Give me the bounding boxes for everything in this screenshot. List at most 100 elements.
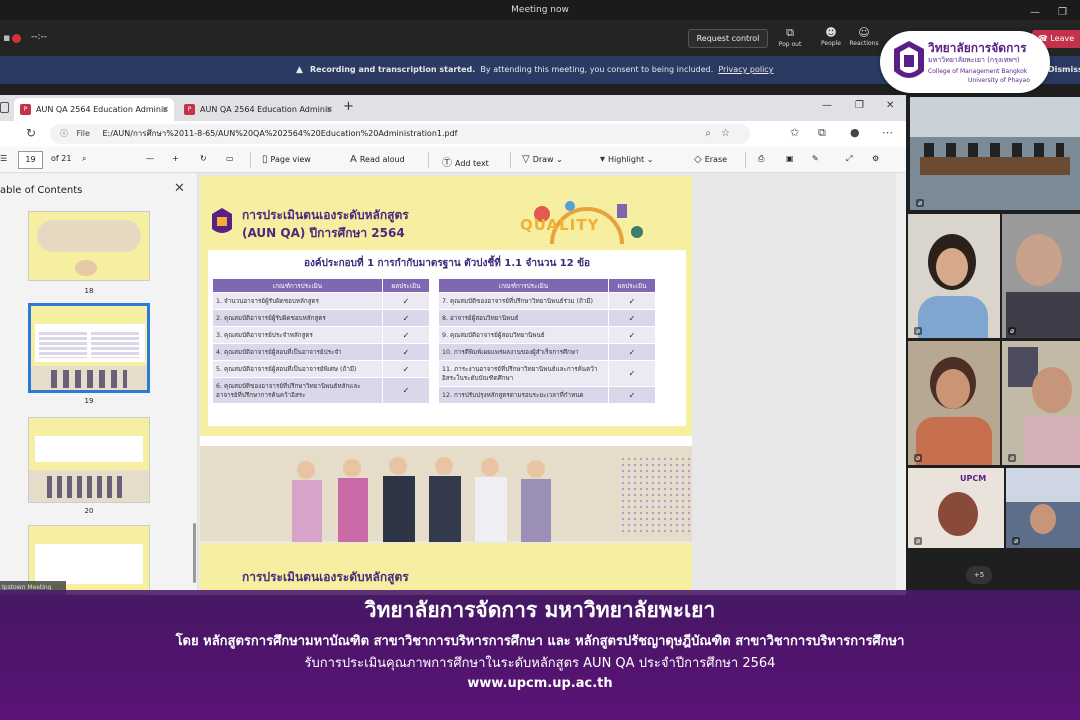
tab-actions-icon[interactable] [0, 102, 9, 113]
participant-tile-2[interactable]: ⌀ [1002, 214, 1080, 338]
meeting-timer: --:-- [31, 32, 48, 42]
reactions-button[interactable]: ☺ Reactions [846, 26, 882, 47]
notice-bold-text: Recording and transcription started. [310, 65, 476, 74]
save-icon[interactable]: ▣ [786, 154, 794, 163]
more-icon[interactable]: ⋯ [882, 126, 893, 139]
read-aloud-button[interactable]: A Read aloud [350, 154, 405, 165]
settings-icon[interactable]: ⚙ [872, 154, 879, 163]
address-bar-row: ↻ ⓘ File E:/AUN/การศึกษา%2011-8-65/AUN%2… [0, 121, 906, 147]
warning-icon: ▲ [296, 65, 303, 75]
participant-tile-4[interactable]: ⌀ [1002, 341, 1080, 465]
close-icon[interactable]: ✕ [174, 181, 185, 196]
address-actions: ⌕☆ [705, 124, 740, 144]
people-icon: ☻ [825, 26, 837, 39]
fit-page-icon[interactable]: ▭ [226, 154, 234, 163]
favorites-icon[interactable]: ✩ [790, 126, 799, 139]
page-view-icon: ▯ [262, 154, 268, 165]
caption-overlay: วิทยาลัยการจัดการ มหาวิทยาลัยพะเยา โดย ห… [0, 590, 1080, 720]
table-row: 8. อาจารย์ผู้สอบวิทยานิพนธ์ ✓ [438, 309, 656, 327]
page-view-button[interactable]: ▯ Page view [262, 154, 311, 165]
mic-off-icon: ⌀ [914, 327, 923, 335]
participant-tile-3[interactable]: ⌀ [908, 341, 1000, 465]
notice-text: By attending this meeting, you consent t… [480, 65, 714, 74]
tab-pdf-1[interactable]: P AUN QA 2564 Education Adminis ✕ [14, 98, 174, 121]
participant-tile-6[interactable]: ⌀ [1006, 468, 1080, 548]
table-row: 11. ภาระงานอาจารย์ที่ปรึกษาวิทยานิพนธ์แล… [438, 360, 656, 387]
refresh-icon[interactable]: ↻ [26, 126, 36, 140]
privacy-policy-link[interactable]: Privacy policy [718, 65, 773, 74]
mic-off-icon: ⌀ [914, 537, 923, 545]
add-text-button[interactable]: Ⓣ Add text [442, 154, 489, 169]
address-bar[interactable]: ⓘ File E:/AUN/การศึกษา%2011-8-65/AUN%20Q… [50, 124, 750, 144]
people-button[interactable]: ☻ People [813, 26, 849, 47]
caption-assessment: รับการประเมินคุณภาพการศึกษาในระดับหลักสู… [304, 656, 776, 671]
participant-tile-5[interactable]: UPCM ⌀ [908, 468, 1004, 548]
criteria-table-right: เกณฑ์การประเมิน ผลประเมิน 7. คุณสมบัติของ… [438, 278, 656, 404]
minimize-icon[interactable]: — [822, 100, 832, 111]
pdf-page-20: การประเมินตนเองระดับหลักสูตร [200, 543, 692, 595]
browser-window: P AUN QA 2564 Education Adminis ✕ P AUN … [0, 95, 906, 595]
contents-icon[interactable]: ☰ [0, 154, 7, 163]
participant-tile-1[interactable]: ⌀ [908, 214, 1000, 338]
close-tab-icon[interactable]: ✕ [162, 98, 169, 121]
new-tab-icon[interactable]: + [343, 99, 354, 114]
rotate-icon[interactable]: ↻ [200, 154, 207, 163]
pdf-title-1: การประเมินตนเองระดับหลักสูตร [242, 208, 409, 222]
table-row: 2. คุณสมบัติอาจารย์ผู้รับผิดชอบหลักสูตร ✓ [212, 309, 430, 327]
save-as-icon[interactable]: ✎ [812, 154, 819, 163]
table-of-contents-pane: able of Contents ✕ 18 19 20 [0, 173, 198, 595]
table-row: 10. การตีพิมพ์เผยแพร่ผลงานของผู้สำเร็จกา… [438, 343, 656, 361]
page-thumbnail-19[interactable] [28, 303, 150, 393]
pop-out-button[interactable]: ⧉ Pop out [772, 26, 808, 48]
collections-icon[interactable]: ⧉ [818, 126, 826, 140]
table-row: 7. คุณสมบัติของอาจารย์ที่ปรึกษาวิทยานิพน… [438, 292, 656, 310]
search-icon[interactable]: ⌕ [82, 154, 86, 164]
college-logo-badge: วิทยาลัยการจัดการ มหาวิทยาลัยพะเยา (กรุง… [880, 31, 1050, 93]
favorite-icon[interactable]: ☆ [721, 128, 740, 139]
caption-title: วิทยาลัยการจัดการ มหาวิทยาลัยพะเยา [364, 598, 716, 622]
pdf-viewer[interactable]: การประเมินตนเองระดับหลักสูตร (AUN QA) ปี… [198, 173, 906, 595]
screen: Meeting now — ❐ ▪ --:-- Request control … [0, 0, 1080, 720]
caption-website: www.upcm.up.ac.th [467, 676, 613, 691]
tab-pdf-2[interactable]: P AUN QA 2564 Education Adminis ✕ [178, 98, 338, 121]
toc-title: able of Contents [0, 185, 83, 196]
zoom-in-icon[interactable]: + [172, 154, 179, 163]
close-icon[interactable]: ✕ [886, 100, 894, 111]
dismiss-button[interactable]: Dismiss [1048, 56, 1080, 84]
profile-icon[interactable]: ● [850, 126, 860, 139]
fullscreen-icon[interactable]: ⤢ [846, 154, 852, 164]
logo-thai-subtitle: มหาวิทยาลัยพะเยา (กรุงเทพฯ) [928, 56, 1020, 64]
pdf-scrollbar[interactable] [896, 173, 906, 595]
table-row: 9. คุณสมบัติอาจารย์ผู้สอบวิทยานิพนธ์ ✓ [438, 326, 656, 344]
erase-button[interactable]: ◇ Erase [694, 154, 727, 165]
window-title: Meeting now [511, 5, 569, 15]
page-thumbnail-18[interactable] [28, 211, 150, 281]
page-number-input[interactable]: 19 [18, 151, 43, 169]
pdf-toolbar: ☰ 19 of 21 ⌕ — + ↻ ▭ ▯ Page view A Read al… [0, 147, 906, 173]
page-thumbnail-20[interactable] [28, 417, 150, 503]
highlight-icon: ▾ [600, 154, 606, 165]
college-seal-icon [894, 41, 924, 78]
mic-off-icon: ⌀ [1008, 454, 1017, 462]
upcm-label: UPCM [960, 474, 987, 483]
draw-button[interactable]: ▽ Draw ⌄ [522, 154, 563, 165]
zoom-out-icon[interactable]: — [146, 154, 154, 163]
university-logo-icon [212, 208, 232, 233]
mic-off-icon: ⌀ [916, 199, 925, 207]
criteria-heading: องค์ประกอบที่ 1 การกำกับมาตรฐาน ตัวบ่งชี… [303, 258, 591, 269]
maximize-icon[interactable]: ❐ [855, 100, 864, 111]
add-text-icon: Ⓣ [442, 158, 452, 169]
highlight-button[interactable]: ▾ Highlight ⌄ [600, 154, 653, 165]
participant-tile-room[interactable]: ⌀ [910, 97, 1080, 210]
caption-programs: โดย หลักสูตรการศึกษามหาบัณฑิต สาขาวิชากา… [175, 634, 905, 649]
table-row: 3. คุณสมบัติอาจารย์ประจำหลักสูตร ✓ [212, 326, 430, 344]
zoom-icon[interactable]: ⌕ [705, 128, 721, 139]
more-participants-button[interactable]: +5 [966, 566, 992, 584]
request-control-button[interactable]: Request control [688, 29, 768, 48]
print-icon[interactable]: ⎙ [758, 154, 764, 164]
info-icon[interactable]: ⓘ [60, 129, 68, 138]
pdf-page3-title: การประเมินตนเองระดับหลักสูตร [242, 570, 409, 584]
pdf-icon: P [20, 104, 31, 115]
close-tab-icon[interactable]: ✕ [326, 98, 333, 121]
toc-scrollbar[interactable] [193, 523, 196, 583]
